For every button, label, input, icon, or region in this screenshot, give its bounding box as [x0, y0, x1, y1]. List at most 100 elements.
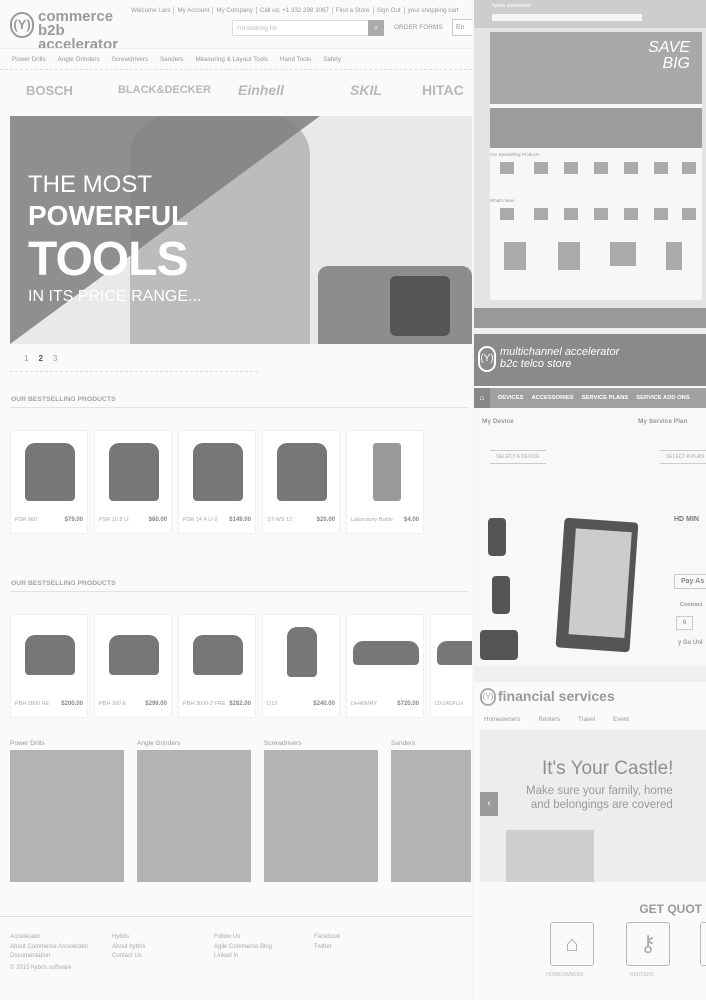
tab-renters[interactable]: Renters — [538, 716, 560, 723]
logo-text[interactable]: commerce b2b accelerator — [38, 9, 138, 52]
mini-product[interactable] — [654, 162, 668, 174]
mini-product[interactable] — [564, 208, 578, 220]
search-input[interactable]: I'm looking for ⌕ — [232, 20, 384, 36]
electronics-search-bar[interactable] — [492, 14, 642, 21]
mini-product[interactable] — [500, 162, 514, 174]
footer-link[interactable]: About hybris — [112, 943, 145, 953]
electronics-banner[interactable]: SAVE BIG — [490, 32, 702, 104]
pager-1[interactable]: 1 — [24, 354, 28, 363]
select-plan-button[interactable]: SELECT A PLAN — [660, 450, 706, 464]
chevron-left-icon[interactable]: ‹ — [480, 792, 498, 816]
product-card[interactable]: PSR 14.4 LI-2 $149.00 — [178, 430, 256, 534]
nav-measuring-tools[interactable]: Measuring & Layout Tools — [195, 56, 267, 63]
nav-sanders[interactable]: Sanders — [160, 56, 183, 63]
nav-angle-grinders[interactable]: Angle Grinders — [58, 56, 100, 63]
mini-product[interactable] — [534, 208, 548, 220]
footer-link[interactable]: Twitter — [314, 943, 340, 953]
brand-einhell[interactable]: Einhell — [238, 82, 284, 98]
mini-product[interactable] — [564, 162, 578, 174]
financial-hero[interactable]: It's Your Castle! Make sure your family,… — [480, 730, 706, 882]
partial-icon[interactable] — [700, 922, 706, 966]
category-sanders[interactable]: Sanders — [391, 740, 471, 882]
mini-product[interactable] — [682, 208, 696, 220]
financial-logo-icon[interactable]: (Y) — [480, 688, 496, 706]
mini-product[interactable] — [610, 242, 636, 266]
brand-skil[interactable]: SKIL — [350, 82, 382, 98]
shopping-cart-link[interactable]: your shopping cart — [405, 7, 462, 14]
key-icon[interactable]: ⚷ — [626, 922, 670, 966]
footer-link[interactable]: Agile Commerce Blog — [214, 943, 272, 953]
category-screwdrivers[interactable]: Screwdrivers — [264, 740, 378, 882]
tab-homeowners[interactable]: Homeowners — [484, 716, 520, 723]
mini-product[interactable] — [682, 162, 696, 174]
brand-hitachi[interactable]: HITAC — [422, 82, 464, 98]
mini-product[interactable] — [666, 242, 682, 270]
house-icon[interactable]: ⌂ — [550, 922, 594, 966]
mini-product[interactable] — [594, 162, 608, 174]
telco-brand[interactable]: multichannel accelerator b2c telco store — [500, 346, 619, 370]
category-angle-grinders[interactable]: Angle Grinders — [137, 740, 251, 882]
footer-link[interactable]: Contact Us — [112, 952, 145, 962]
product-card[interactable]: PSR 10.8 LI $80.00 — [94, 430, 172, 534]
product-card[interactable]: PSR 960 $79.00 — [10, 430, 88, 534]
device-thumbnail[interactable] — [480, 630, 518, 660]
telco-nav-devices[interactable]: DEVICES — [498, 395, 523, 401]
nav-safety[interactable]: Safety — [323, 56, 341, 63]
nav-screwdrivers[interactable]: Screwdrivers — [112, 56, 148, 63]
nav-power-drills[interactable]: Power Drills — [12, 56, 46, 63]
tab-event[interactable]: Event — [613, 716, 629, 723]
pager-3[interactable]: 3 — [53, 354, 57, 363]
telco-logo-icon[interactable]: (Y) — [478, 346, 496, 372]
telco-nav-accessories[interactable]: ACCESSORIES — [531, 395, 573, 401]
search-icon[interactable]: ⌕ — [368, 20, 384, 36]
footer-link[interactable]: About Commerce Accelerator — [10, 943, 88, 953]
mini-product[interactable] — [654, 208, 668, 220]
product-card[interactable]: PBH 300 E $299.00 — [94, 614, 172, 718]
logo-mark-icon[interactable]: (Y) — [10, 12, 34, 38]
pager-2[interactable]: 2 — [38, 354, 42, 363]
product-card[interactable]: D13 $240.00 — [262, 614, 340, 718]
my-account-link[interactable]: My Account — [174, 7, 214, 14]
pay-as-button[interactable]: Pay As — [674, 574, 706, 589]
product-card[interactable]: DX14DFLH — [430, 614, 472, 718]
device-thumbnail[interactable] — [488, 518, 506, 556]
electronics-store-screenshot[interactable]: hybris electronics SAVE BIG Our Bestsell… — [474, 0, 706, 328]
tab-travel[interactable]: Travel — [578, 716, 595, 723]
product-card[interactable]: ST-WS 12 $20.00 — [262, 430, 340, 534]
footer-link[interactable]: Facebook — [314, 933, 340, 943]
product-card[interactable]: PBH 3000-2 FRE $282.00 — [178, 614, 256, 718]
hero-banner[interactable]: THE MOST POWERFUL TOOLS IN ITS PRICE RAN… — [10, 116, 472, 344]
home-icon[interactable]: ⌂ — [474, 388, 490, 408]
mini-product[interactable] — [624, 208, 638, 220]
footer-link[interactable]: Documentation — [10, 952, 88, 962]
financial-brand[interactable]: financial services — [498, 688, 615, 704]
nav-hand-tools[interactable]: Hand Tools — [280, 56, 311, 63]
category-power-drills[interactable]: Power Drills — [10, 740, 124, 882]
mini-product[interactable] — [594, 208, 608, 220]
mini-product[interactable] — [500, 208, 514, 220]
mini-product[interactable] — [624, 162, 638, 174]
mini-product[interactable] — [504, 242, 526, 270]
product-card[interactable]: DH40MRY $720.00 — [346, 614, 424, 718]
select-device-button[interactable]: SELECT A DEVICE — [490, 450, 546, 464]
sign-out-link[interactable]: Sign Out — [374, 7, 405, 14]
telco-nav-service-plans[interactable]: SERVICE PLANS — [582, 395, 629, 401]
quantity-input[interactable]: 0 — [676, 616, 694, 630]
financial-services-screenshot[interactable]: (Y) financial services Homeowners Renter… — [474, 682, 706, 1000]
footer-link[interactable]: Linked In — [214, 952, 272, 962]
mini-product[interactable] — [558, 242, 580, 270]
product-card[interactable]: PBH 2800 RE $200.00 — [10, 614, 88, 718]
brand-black-decker[interactable]: BLACK&DECKER — [118, 84, 211, 96]
brand-bosch[interactable]: BOSCH — [26, 83, 73, 98]
house-image — [506, 830, 594, 882]
product-card[interactable]: Laboratory Bottle $4.00 — [346, 430, 424, 534]
electronics-promo-strip[interactable] — [490, 108, 702, 148]
language-select[interactable]: En — [452, 19, 472, 36]
device-thumbnail[interactable] — [492, 576, 510, 614]
telco-nav-service-add-ons[interactable]: SERVICE ADD ONS — [636, 395, 689, 401]
telco-store-screenshot[interactable]: (Y) multichannel accelerator b2c telco s… — [474, 334, 706, 666]
find-store-link[interactable]: Find a Store — [333, 7, 374, 14]
my-company-link[interactable]: My Company — [213, 7, 257, 14]
mini-product[interactable] — [534, 162, 548, 174]
order-forms-link[interactable]: ORDER FORMS — [394, 24, 443, 31]
